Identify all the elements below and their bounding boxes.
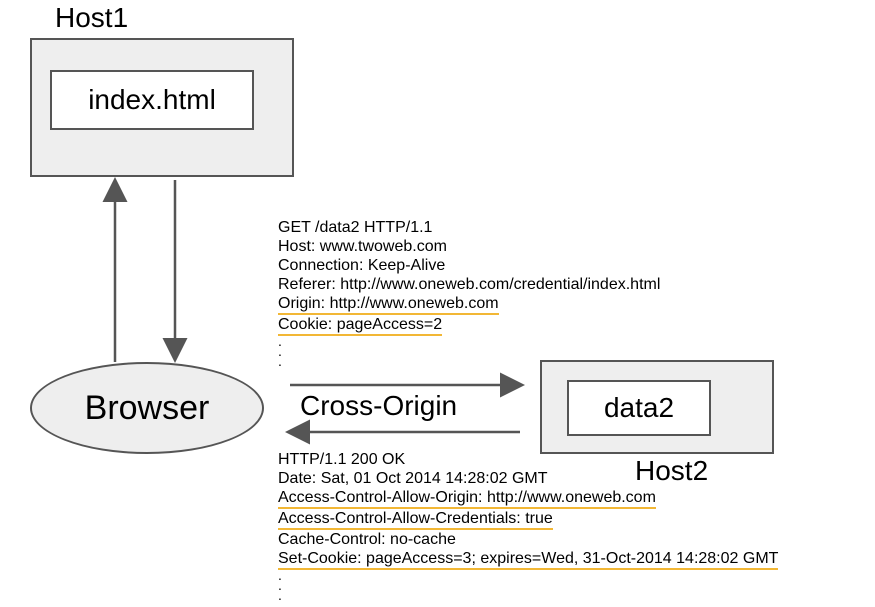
res-line-3: Access-Control-Allow-Origin: http://www.… (278, 488, 656, 509)
browser-node: Browser (30, 362, 264, 454)
res-line-4: Access-Control-Allow-Credentials: true (278, 509, 553, 530)
cross-origin-label: Cross-Origin (300, 390, 457, 422)
req-line-6: Cookie: pageAccess=2 (278, 315, 442, 336)
host1-file-label: index.html (88, 84, 216, 116)
req-line-1: GET /data2 HTTP/1.1 (278, 218, 660, 237)
host2-file-box: data2 (567, 380, 711, 436)
http-request-block: GET /data2 HTTP/1.1 Host: www.twoweb.com… (278, 218, 660, 366)
req-ellipsis: ... (278, 336, 660, 366)
req-line-2: Host: www.twoweb.com (278, 237, 660, 256)
req-line-3: Connection: Keep-Alive (278, 256, 660, 275)
host2-box: data2 (540, 360, 774, 454)
res-line-6: Set-Cookie: pageAccess=3; expires=Wed, 3… (278, 549, 778, 570)
host1-file-box: index.html (50, 70, 254, 130)
res-ellipsis: ... (278, 570, 778, 600)
res-line-5: Cache-Control: no-cache (278, 530, 778, 549)
res-line-1: HTTP/1.1 200 OK (278, 450, 778, 469)
host2-file-label: data2 (604, 392, 674, 424)
req-line-5: Origin: http://www.oneweb.com (278, 294, 499, 315)
host1-box: index.html (30, 38, 294, 177)
res-line-2: Date: Sat, 01 Oct 2014 14:28:02 GMT (278, 469, 778, 488)
http-response-block: HTTP/1.1 200 OK Date: Sat, 01 Oct 2014 1… (278, 450, 778, 600)
browser-label: Browser (85, 389, 210, 428)
host1-title: Host1 (55, 2, 128, 34)
req-line-4: Referer: http://www.oneweb.com/credentia… (278, 275, 660, 294)
